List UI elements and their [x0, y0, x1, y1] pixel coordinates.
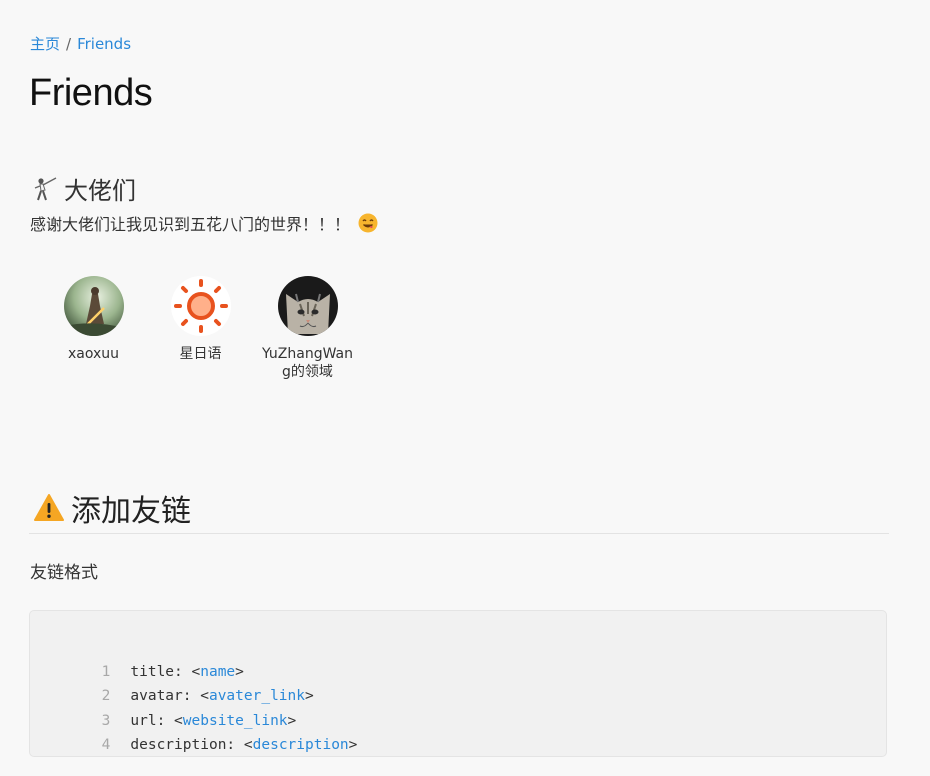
breadcrumb: 主页 / Friends [30, 33, 131, 54]
friend-name: YuZhangWang的领域 [261, 346, 354, 380]
section-heading: 大佬们 [32, 171, 136, 206]
code-key: description: [130, 737, 244, 753]
code-line: 2 avatar: <avater_link> [30, 660, 314, 704]
section-intro-text: 感谢大佬们让我见识到五花八门的世界！！！ [30, 215, 351, 234]
yum-face-icon [358, 213, 378, 233]
breadcrumb-home-link[interactable]: 主页 [30, 35, 60, 53]
section-intro: 感谢大佬们让我见识到五花八门的世界！！！ [30, 211, 378, 235]
friend-card-xingriyu[interactable]: 星日语 [147, 276, 254, 381]
friend-card-yuzhangwang[interactable]: YuZhangWang的领域 [254, 276, 361, 381]
add-link-heading: 添加友链 [33, 486, 191, 530]
code-placeholder: description [252, 737, 349, 753]
breadcrumb-separator: / [66, 35, 72, 53]
code-line: 1 title: <name> [30, 636, 244, 680]
page-title: Friends [29, 72, 153, 114]
friend-card-xaoxuu[interactable]: xaoxuu [40, 276, 147, 381]
friends-list: xaoxuu 星日语 YuZhangWang的领域 [40, 276, 361, 381]
tabby-cat-avatar [277, 276, 338, 336]
code-line: 4 description: <description> [30, 709, 358, 753]
fencer-icon [34, 176, 57, 200]
section-title: 大佬们 [64, 177, 136, 205]
warning-icon [34, 494, 64, 521]
breadcrumb-current-link[interactable]: Friends [77, 35, 131, 53]
warrior-art-avatar [63, 276, 124, 336]
line-number: 4 [101, 737, 111, 753]
code-block[interactable]: 1 title: <name> 2 avatar: <avater_link> 3u… [29, 610, 887, 757]
code-line: 3 url: <website_link> [30, 685, 297, 729]
heading-divider [29, 533, 889, 534]
add-link-title: 添加友链 [71, 494, 191, 529]
format-label: 友链格式 [30, 563, 98, 583]
friend-name: xaoxuu [67, 346, 120, 362]
friends-page: 主页 / Friends Friends 大佬们 感谢大佬们让我见识到五花八门的世界… [0, 0, 930, 776]
friend-name: 星日语 [179, 346, 222, 362]
orange-sun-avatar [170, 276, 231, 336]
